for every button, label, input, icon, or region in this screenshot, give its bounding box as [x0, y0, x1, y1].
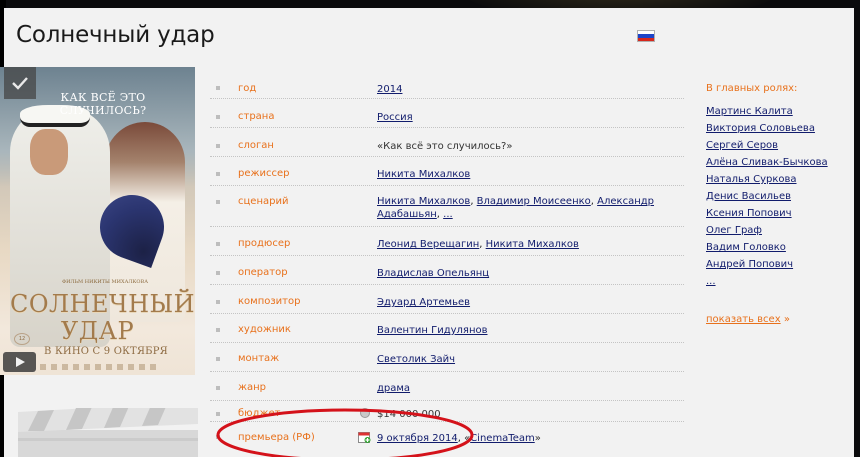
- info-row-composer: композитор Эдуард Артемьев: [210, 286, 684, 314]
- info-label-composer: композитор: [238, 296, 301, 307]
- info-label-director: режиссер: [238, 168, 290, 179]
- writers-more-link[interactable]: ...: [443, 209, 453, 220]
- show-all-arrow: »: [783, 314, 790, 325]
- editing-link[interactable]: Светолик Зайч: [377, 354, 455, 365]
- actor-link[interactable]: Вадим Головко: [706, 242, 786, 253]
- actor-link[interactable]: Сергей Серов: [706, 140, 778, 151]
- budget-value: $14 000 000: [377, 409, 441, 420]
- poster-title-line2: УДАР: [60, 317, 135, 345]
- info-label-slogan: слоган: [238, 140, 274, 151]
- distributor-link[interactable]: CinemaTeam: [470, 433, 535, 444]
- writer-link-2[interactable]: Владимир Моисеенко: [477, 196, 591, 207]
- actor-link[interactable]: Ксения Попович: [706, 208, 792, 219]
- info-row-writers: сценарий Никита Михалков, Владимир Моисе…: [210, 187, 684, 227]
- movie-poster[interactable]: КАК ВСЁ ЭТО СЛУЧИЛОСЬ? ФИЛЬМ НИКИТЫ МИХА…: [0, 67, 195, 375]
- coins-icon: [360, 408, 370, 418]
- cast-title: В главных ролях:: [706, 83, 798, 94]
- info-label-genre: жанр: [238, 382, 267, 393]
- operator-link[interactable]: Владислав Опельянц: [377, 268, 489, 279]
- poster-title-line1: СОЛНЕЧНЫЙ: [10, 290, 195, 318]
- info-row-slogan: слоган «Как всё это случилось?»: [210, 129, 684, 157]
- actor-link[interactable]: Андрей Попович: [706, 259, 793, 270]
- actor-link[interactable]: Наталья Суркова: [706, 174, 797, 185]
- info-label-operator: оператор: [238, 267, 288, 278]
- cast-more-link[interactable]: ...: [706, 276, 716, 287]
- poster-title: СОЛНЕЧНЫЙ УДАР: [10, 290, 195, 345]
- info-row-operator: оператор Владислав Опельянц: [210, 257, 684, 285]
- year-link[interactable]: 2014: [377, 84, 402, 95]
- show-all-cast: показать всех »: [706, 314, 790, 325]
- page-title: Солнечный удар: [16, 22, 215, 48]
- actor-link[interactable]: Виктория Соловьева: [706, 123, 815, 134]
- producer-link-1[interactable]: Леонид Верещагин: [377, 239, 479, 250]
- composer-link[interactable]: Эдуард Артемьев: [377, 297, 470, 308]
- info-row-director: режиссер Никита Михалков: [210, 158, 684, 186]
- show-all-cast-link[interactable]: показать всех: [706, 314, 781, 325]
- info-label-premiere: премьера (РФ): [238, 432, 315, 443]
- info-label-year: год: [238, 83, 257, 94]
- premiere-date-link[interactable]: 9 октября 2014: [377, 433, 458, 444]
- poster-age-rating: 12: [14, 333, 30, 345]
- info-label-country: страна: [238, 111, 275, 122]
- info-row-editing: монтаж Светолик Зайч: [210, 344, 684, 372]
- info-label-budget: бюджет: [238, 408, 281, 419]
- actor-link[interactable]: Алёна Сливак-Бычкова: [706, 157, 828, 168]
- info-row-year: год 2014: [210, 75, 684, 99]
- clapperboard-icon: [18, 408, 198, 457]
- director-link[interactable]: Никита Михалков: [377, 169, 470, 180]
- poster-release-date: В КИНО С 9 ОКТЯБРЯ: [44, 346, 168, 357]
- russia-flag-icon[interactable]: [637, 30, 655, 42]
- info-row-producers: продюсер Леонид Верещагин, Никита Михалк…: [210, 228, 684, 256]
- info-row-country: страна Россия: [210, 100, 684, 128]
- play-icon[interactable]: [3, 352, 36, 372]
- info-row-premiere: премьера (РФ) 9 октября 2014, «CinemaTea…: [210, 423, 684, 457]
- producer-link-2[interactable]: Никита Михалков: [486, 239, 579, 250]
- poster-tagline: КАК ВСЁ ЭТО СЛУЧИЛОСЬ?: [59, 91, 147, 117]
- writer-link-1[interactable]: Никита Михалков: [377, 196, 470, 207]
- poster-logos: [40, 364, 160, 370]
- poster-credit: ФИЛЬМ НИКИТЫ МИХАЛКОВА: [62, 279, 148, 285]
- artist-link[interactable]: Валентин Гидулянов: [377, 325, 488, 336]
- info-label-writers: сценарий: [238, 196, 289, 207]
- checkmark-icon[interactable]: [4, 67, 36, 99]
- actor-link[interactable]: Денис Васильев: [706, 191, 791, 202]
- actor-link[interactable]: Мартинс Калита: [706, 106, 793, 117]
- calendar-add-icon[interactable]: [358, 431, 371, 443]
- info-row-budget: бюджет $14 000 000: [210, 402, 684, 422]
- info-row-genre: жанр драма: [210, 373, 684, 401]
- actor-link[interactable]: Олег Граф: [706, 225, 762, 236]
- info-row-artist: художник Валентин Гидулянов: [210, 315, 684, 343]
- info-label-producers: продюсер: [238, 238, 291, 249]
- genre-link[interactable]: драма: [377, 383, 410, 394]
- slogan-text: «Как всё это случилось?»: [377, 141, 513, 152]
- country-link[interactable]: Россия: [377, 112, 413, 123]
- info-label-artist: художник: [238, 324, 291, 335]
- info-label-editing: монтаж: [238, 353, 280, 364]
